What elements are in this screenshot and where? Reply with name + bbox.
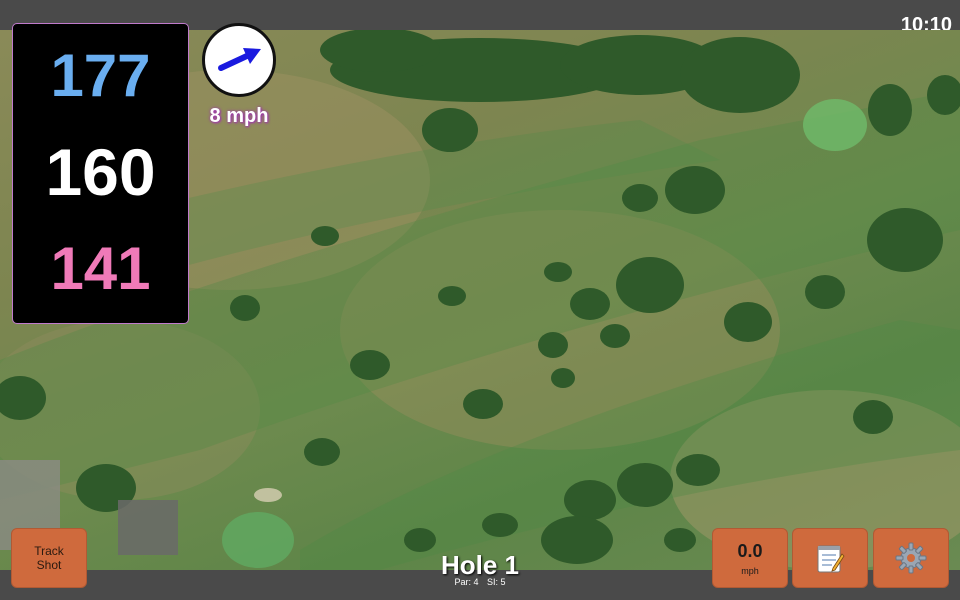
notepad-icon bbox=[817, 545, 845, 573]
settings-button[interactable] bbox=[873, 528, 949, 588]
track-shot-button[interactable]: Track Shot bbox=[11, 528, 87, 588]
wind-arrow-icon bbox=[218, 48, 261, 71]
gear-icon bbox=[895, 542, 927, 574]
track-shot-label-line1: Track bbox=[34, 544, 64, 558]
front-distance: 141 bbox=[50, 235, 151, 302]
back-distance: 177 bbox=[50, 42, 151, 109]
wind-speed: 8 mph bbox=[209, 105, 269, 127]
speed-unit: mph bbox=[741, 565, 759, 576]
hole-stroke-index: SI: 5 bbox=[487, 577, 506, 587]
hole-par: Par: 4 bbox=[454, 577, 479, 587]
wind-direction-indicator bbox=[202, 23, 276, 97]
distance-panel: 177 160 141 bbox=[12, 23, 189, 324]
notes-button[interactable] bbox=[792, 528, 868, 588]
hole-info: Par: 4 SI: 5 bbox=[400, 577, 560, 587]
speed-value: 0.0 bbox=[737, 540, 763, 561]
speed-button[interactable]: 0.0 mph bbox=[712, 528, 788, 588]
center-distance: 160 bbox=[45, 135, 156, 209]
track-shot-label-line2: Shot bbox=[36, 558, 62, 572]
